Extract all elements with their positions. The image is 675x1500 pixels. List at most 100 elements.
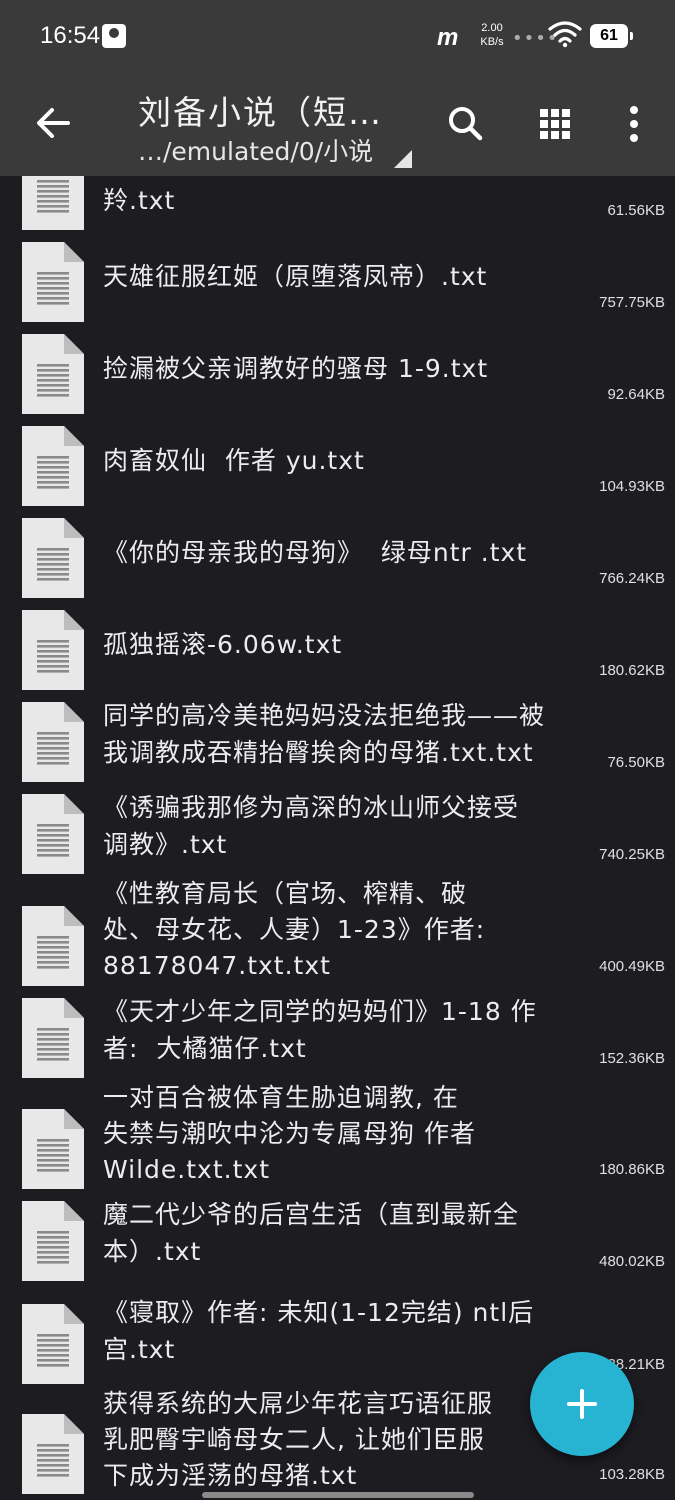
file-size: 180.62KB bbox=[599, 662, 665, 679]
search-icon bbox=[449, 107, 483, 141]
document-icon bbox=[22, 242, 84, 322]
file-name-line: Wilde.txt.txt bbox=[103, 1155, 271, 1184]
file-name-line: 孤独摇滚-6.06w.txt bbox=[103, 629, 343, 659]
network-speed-unit: KB/s bbox=[480, 36, 504, 48]
plus-icon bbox=[567, 1389, 597, 1419]
file-name-line: 《性教育局长（官场、榨精、破 bbox=[103, 879, 468, 908]
file-name: 《你的母亲我的母狗》 绿母ntr .txt bbox=[103, 534, 623, 571]
notification-icon bbox=[102, 24, 126, 48]
file-name-line: 同学的高冷美艳妈妈没法拒绝我——被 bbox=[103, 701, 546, 730]
file-row[interactable]: 《天才少年之同学的妈妈们》1-18 作者: 大橘猫仔.txt 152.36KB bbox=[0, 988, 675, 1080]
file-name: 捡漏被父亲调教好的骚母 1-9.txt bbox=[103, 350, 623, 387]
file-name: 魔二代少爷的后宫生活（直到最新全 本）.txt bbox=[103, 1196, 623, 1270]
file-size: 740.25KB bbox=[599, 846, 665, 863]
file-name-line: 魔二代少爷的后宫生活（直到最新全 bbox=[103, 1200, 520, 1229]
file-name-line: 捡漏被父亲调教好的骚母 1-9.txt bbox=[103, 353, 489, 383]
file-name: 《天才少年之同学的妈妈们》1-18 作者: 大橘猫仔.txt bbox=[103, 993, 623, 1067]
file-row[interactable]: 捡漏被父亲调教好的骚母 1-9.txt 92.64KB bbox=[0, 324, 675, 416]
more-vert-icon bbox=[630, 106, 638, 142]
file-name: 孤独摇滚-6.06w.txt bbox=[103, 626, 623, 663]
file-name-line: 《寝取》作者: 未知(1-12完结) ntl后 bbox=[103, 1297, 535, 1327]
file-row[interactable]: 一对百合被体育生胁迫调教, 在失禁与潮吹中沦为专属母狗 作者 Wilde.txt.… bbox=[0, 1080, 675, 1191]
file-size: 92.64KB bbox=[607, 386, 665, 403]
document-icon bbox=[22, 176, 84, 230]
file-row[interactable]: 魔二代少爷的后宫生活（直到最新全 本）.txt 480.02KB bbox=[0, 1191, 675, 1283]
file-name: 待了催眠能力以后▲（完）作者：已羚.txt bbox=[103, 176, 623, 219]
app-bar: 刘备小说（短… …/emulated/0/小说 bbox=[0, 76, 675, 176]
file-size: 152.36KB bbox=[599, 1050, 665, 1067]
file-row[interactable]: 肉畜奴仙 作者 yu.txt 104.93KB bbox=[0, 416, 675, 508]
file-row[interactable]: 《诱骗我那修为高深的冰山师父接受 调教》.txt 740.25KB bbox=[0, 784, 675, 876]
file-row[interactable]: 天雄征服红姬（原堕落凤帝）.txt 757.75KB bbox=[0, 232, 675, 324]
more-options-button[interactable] bbox=[610, 100, 658, 148]
file-name-line: 调教》.txt bbox=[103, 830, 228, 859]
file-list: 待了催眠能力以后▲（完）作者：已羚.txt61.56KB天雄征服红姬（原堕落凤帝… bbox=[0, 176, 675, 1500]
network-speed-value: 2.00 bbox=[481, 22, 503, 34]
file-name: 同学的高冷美艳妈妈没法拒绝我——被 我调教成吞精抬臀挨肏的母猪.txt.txt bbox=[103, 697, 623, 771]
file-name-line: 肉畜奴仙 作者 yu.txt bbox=[103, 445, 365, 475]
document-icon bbox=[22, 998, 84, 1078]
document-icon bbox=[22, 610, 84, 690]
status-bar: 16:54 m 2.00 KB/s •••• 61 bbox=[0, 0, 675, 76]
document-icon bbox=[22, 1304, 84, 1384]
document-icon bbox=[22, 1109, 84, 1189]
grid-view-icon bbox=[540, 109, 570, 139]
arrow-left-icon bbox=[37, 108, 70, 138]
file-row[interactable]: 孤独摇滚-6.06w.txt 180.62KB bbox=[0, 600, 675, 692]
document-icon bbox=[22, 906, 84, 986]
file-name-line: 失禁与潮吹中沦为专属母狗 作者 bbox=[103, 1119, 476, 1148]
carrier-logo: m bbox=[437, 24, 459, 51]
folder-path[interactable]: …/emulated/0/小说 bbox=[138, 132, 373, 168]
home-indicator[interactable] bbox=[202, 1492, 474, 1498]
file-size: 757.75KB bbox=[599, 294, 665, 311]
status-time: 16:54 bbox=[40, 22, 101, 49]
file-name-line: 宫.txt bbox=[103, 1334, 176, 1364]
document-icon bbox=[22, 702, 84, 782]
file-size: 104.93KB bbox=[599, 478, 665, 495]
file-name-line: 88178047.txt.txt bbox=[103, 951, 331, 980]
document-icon bbox=[22, 794, 84, 874]
file-row[interactable]: 待了催眠能力以后▲（完）作者：已羚.txt61.56KB bbox=[0, 176, 675, 232]
file-name: 《寝取》作者: 未知(1-12完结) ntl后 宫.txt bbox=[103, 1294, 623, 1368]
document-icon bbox=[22, 426, 84, 506]
file-size: 103.28KB bbox=[599, 1466, 665, 1483]
file-name: 一对百合被体育生胁迫调教, 在失禁与潮吹中沦为专属母狗 作者 Wilde.txt.… bbox=[103, 1080, 623, 1188]
search-button[interactable] bbox=[442, 100, 490, 148]
file-name: 《性教育局长（官场、榨精、破 处、母女花、人妻）1-23》作者: 88178047.… bbox=[103, 876, 623, 984]
file-row[interactable]: 同学的高冷美艳妈妈没法拒绝我——被 我调教成吞精抬臀挨肏的母猪.txt.txt 76… bbox=[0, 692, 675, 784]
file-name: 天雄征服红姬（原堕落凤帝）.txt bbox=[103, 258, 623, 295]
file-name-line: 一对百合被体育生胁迫调教, 在 bbox=[103, 1083, 459, 1112]
path-dropdown-icon[interactable] bbox=[394, 150, 412, 168]
file-name-line: 下成为淫荡的母猪.txt bbox=[103, 1461, 358, 1490]
file-name: 《诱骗我那修为高深的冰山师父接受 调教》.txt bbox=[103, 789, 623, 863]
folder-title[interactable]: 刘备小说（短… bbox=[138, 86, 383, 134]
file-size: 400.49KB bbox=[599, 958, 665, 975]
document-icon bbox=[22, 1201, 84, 1281]
add-file-button[interactable] bbox=[530, 1352, 634, 1456]
wifi-icon bbox=[548, 21, 582, 48]
file-row[interactable]: 《你的母亲我的母狗》 绿母ntr .txt 766.24KB bbox=[0, 508, 675, 600]
grid-view-button[interactable] bbox=[531, 100, 579, 148]
file-name-line: 天雄征服红姬（原堕落凤帝）.txt bbox=[103, 261, 488, 291]
file-name-line: 我调教成吞精抬臀挨肏的母猪.txt.txt bbox=[103, 738, 534, 767]
file-size: 480.02KB bbox=[599, 1253, 665, 1270]
document-icon bbox=[22, 1414, 84, 1494]
back-button[interactable] bbox=[28, 98, 78, 148]
network-speed: 2.00 KB/s bbox=[477, 21, 507, 49]
file-size: 180.86KB bbox=[599, 1161, 665, 1178]
file-row[interactable]: 《性教育局长（官场、榨精、破 处、母女花、人妻）1-23》作者: 88178047.… bbox=[0, 876, 675, 988]
file-name: 肉畜奴仙 作者 yu.txt bbox=[103, 442, 623, 479]
file-name-line: 《诱骗我那修为高深的冰山师父接受 bbox=[103, 793, 520, 822]
file-name-line: 者: 大橘猫仔.txt bbox=[103, 1034, 307, 1063]
file-size: 76.50KB bbox=[607, 754, 665, 771]
file-size: 766.24KB bbox=[599, 570, 665, 587]
file-size: 61.56KB bbox=[607, 202, 665, 219]
document-icon bbox=[22, 518, 84, 598]
battery-indicator: 61 bbox=[590, 24, 633, 48]
file-name-line: 处、母女花、人妻）1-23》作者: bbox=[103, 915, 486, 944]
file-name-line: 本）.txt bbox=[103, 1237, 202, 1266]
file-name-line: 《天才少年之同学的妈妈们》1-18 作 bbox=[103, 997, 537, 1026]
document-icon bbox=[22, 334, 84, 414]
file-name-line: 《你的母亲我的母狗》 绿母ntr .txt bbox=[103, 537, 528, 567]
file-name-line: 羚.txt bbox=[103, 186, 176, 215]
